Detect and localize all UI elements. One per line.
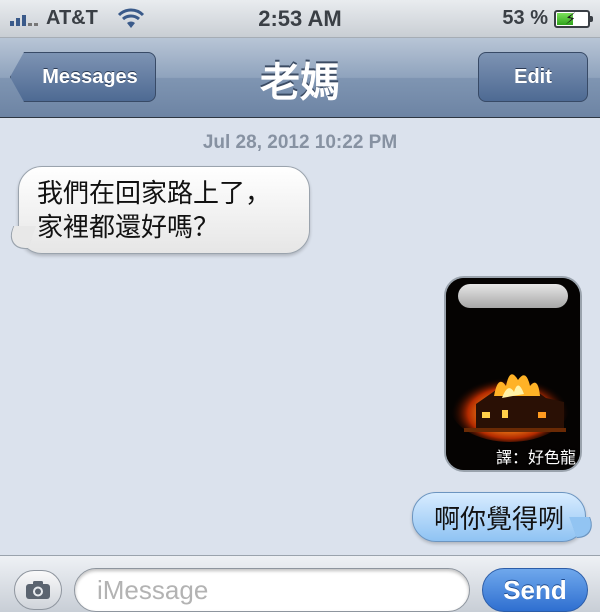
status-right: 53 % ⚡: [502, 7, 593, 30]
message-input-bar: iMessage Send: [0, 555, 600, 612]
send-button[interactable]: Send: [482, 568, 588, 612]
wifi-icon: [117, 8, 144, 28]
outgoing-message-bubble[interactable]: 啊你覺得咧: [412, 492, 586, 542]
charging-bolt-icon: ⚡: [565, 10, 577, 28]
battery-icon: ⚡: [554, 9, 593, 28]
status-left: AT&T: [10, 7, 146, 30]
photo-gloss: [458, 284, 568, 308]
camera-icon: [26, 581, 50, 599]
photo-attachment[interactable]: 譯：好色龍: [444, 276, 582, 472]
camera-button[interactable]: [14, 570, 62, 610]
incoming-message-line-1: 我們在回家路上了，: [37, 179, 272, 209]
incoming-message-bubble[interactable]: 我們在回家路上了， 家裡都還好嗎？: [18, 166, 310, 254]
navigation-bar: Messages 老媽 Edit: [0, 38, 600, 118]
status-bar: AT&T 2:53 AM 53 % ⚡: [0, 0, 600, 38]
message-timestamp: Jul 28, 2012 10:22 PM: [202, 132, 398, 153]
incoming-message-line-2: 家裡都還好嗎？: [37, 213, 220, 243]
signal-strength-icon: [10, 12, 38, 26]
battery-percent: 53 %: [502, 7, 548, 29]
imessage-input[interactable]: iMessage: [74, 568, 470, 612]
back-to-messages-button[interactable]: Messages: [10, 52, 156, 102]
translator-watermark: 譯：好色龍: [495, 448, 576, 467]
carrier-name: AT&T: [46, 7, 98, 29]
edit-button[interactable]: Edit: [478, 52, 588, 102]
conversation-title: 老媽: [260, 60, 340, 106]
